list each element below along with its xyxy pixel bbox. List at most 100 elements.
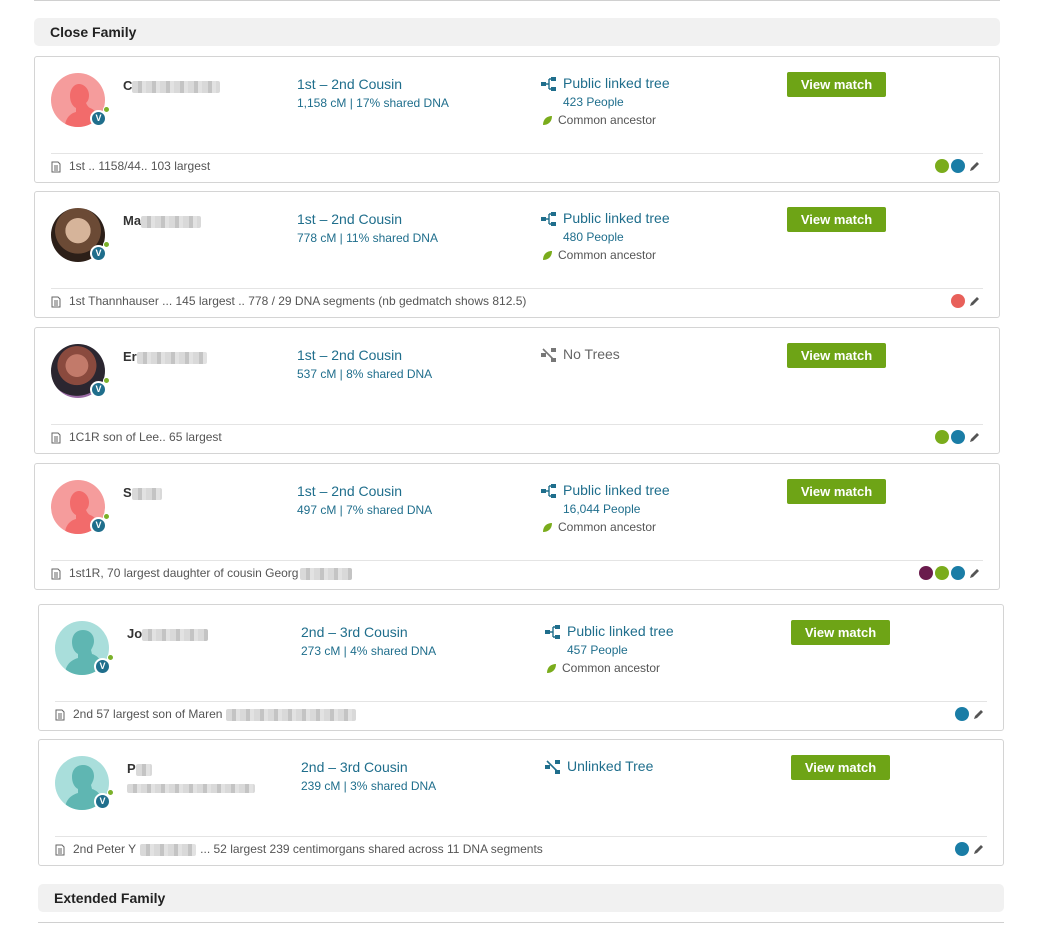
people-count: 16,044 People (563, 502, 641, 516)
common-ancestor: Common ancestor (542, 248, 656, 262)
no-trees-label: No Trees (541, 346, 620, 363)
view-match-button[interactable]: View match (787, 343, 886, 368)
match-name[interactable]: P (127, 761, 152, 776)
tree-icon (541, 77, 556, 92)
note-divider (51, 424, 983, 425)
group-dot-blue[interactable] (951, 430, 965, 444)
people-count: 457 People (567, 643, 628, 657)
check-icon (107, 789, 114, 796)
match-note[interactable]: 2nd 57 largest son of Maren (55, 707, 357, 721)
group-dot-green[interactable] (935, 566, 949, 580)
match-subname (127, 782, 255, 794)
match-note[interactable]: 1st Thannhauser ... 145 largest .. 778 /… (51, 294, 526, 308)
tree-icon (545, 625, 560, 640)
group-dots[interactable] (935, 430, 981, 444)
view-match-button[interactable]: View match (787, 479, 886, 504)
relationship-label: 1st – 2nd Cousin (297, 347, 403, 363)
tree-link[interactable]: Public linked tree (541, 482, 670, 499)
people-count: 480 People (563, 230, 624, 244)
group-dot-green[interactable] (935, 159, 949, 173)
check-icon (103, 241, 110, 248)
view-match-button[interactable]: View match (791, 620, 890, 645)
group-dots[interactable] (955, 842, 985, 856)
match-note[interactable]: 1C1R son of Lee.. 65 largest (51, 430, 222, 444)
check-icon (103, 377, 110, 384)
relationship-label: 1st – 2nd Cousin (297, 483, 403, 499)
leaf-icon (543, 116, 552, 126)
next-card-edge (38, 922, 1004, 923)
note-divider (55, 701, 987, 702)
match-card[interactable]: V C 1st – 2nd Cousin 1,158 cM | 17% shar… (34, 56, 1000, 183)
group-dot-blue[interactable] (955, 707, 969, 721)
tree-icon (541, 484, 556, 499)
shared-dna-label: 239 cM | 3% shared DNA (301, 779, 437, 793)
common-ancestor: Common ancestor (546, 661, 660, 675)
section-title: Close Family (50, 24, 137, 40)
relationship-label: 2nd – 3rd Cousin (301, 759, 408, 775)
match-note[interactable]: 1st1R, 70 largest daughter of cousin Geo… (51, 566, 353, 580)
shared-dna-label: 778 cM | 11% shared DNA (297, 231, 438, 245)
match-name[interactable]: C (123, 78, 221, 93)
match-card[interactable]: V Er 1st – 2nd Cousin 537 cM | 8% shared… (34, 327, 1000, 454)
note-divider (55, 836, 987, 837)
group-dot-blue[interactable] (951, 159, 965, 173)
group-dots[interactable] (935, 159, 981, 173)
pencil-icon[interactable] (968, 567, 981, 580)
match-note[interactable]: 1st .. 1158/44.. 103 largest (51, 159, 210, 173)
note-icon (51, 161, 61, 173)
group-dot-red[interactable] (951, 294, 965, 308)
top-divider (34, 0, 1000, 1)
shared-dna-label: 273 cM | 4% shared DNA (301, 644, 437, 658)
match-name[interactable]: Er (123, 349, 207, 364)
group-dot-blue[interactable] (951, 566, 965, 580)
check-icon (103, 513, 110, 520)
pencil-icon[interactable] (968, 160, 981, 173)
shared-dna-label: 537 cM | 8% shared DNA (297, 367, 433, 381)
note-divider (51, 153, 983, 154)
check-icon (107, 654, 114, 661)
match-note[interactable]: 2nd Peter Y... 52 largest 239 centimorga… (55, 842, 543, 856)
group-dot-blue[interactable] (955, 842, 969, 856)
section-header-close-family: Close Family (34, 18, 1000, 46)
unlinked-tree-icon (545, 760, 560, 775)
leaf-icon (543, 251, 552, 261)
relationship-label: 2nd – 3rd Cousin (301, 624, 408, 640)
match-name[interactable]: Ma (123, 213, 202, 228)
group-dot-green[interactable] (935, 430, 949, 444)
pencil-icon[interactable] (968, 431, 981, 444)
match-card[interactable]: V Jo 2nd – 3rd Cousin 273 cM | 4% shared… (38, 604, 1004, 731)
check-icon (103, 106, 110, 113)
match-name[interactable]: S (123, 485, 162, 500)
view-match-button[interactable]: View match (791, 755, 890, 780)
tree-link[interactable]: Public linked tree (541, 210, 670, 227)
pencil-icon[interactable] (972, 843, 985, 856)
relationship-label: 1st – 2nd Cousin (297, 211, 403, 227)
group-dot-purple[interactable] (919, 566, 933, 580)
note-icon (51, 568, 61, 580)
tree-link[interactable]: Public linked tree (545, 623, 674, 640)
match-card[interactable]: V Ma 1st – 2nd Cousin 778 cM | 11% share… (34, 191, 1000, 318)
group-dots[interactable] (919, 566, 981, 580)
match-card[interactable]: V S 1st – 2nd Cousin 497 cM | 7% shared … (34, 463, 1000, 590)
section-title: Extended Family (54, 890, 166, 906)
people-count: 423 People (563, 95, 624, 109)
note-divider (51, 288, 983, 289)
pencil-icon[interactable] (972, 708, 985, 721)
shared-dna-label: 1,158 cM | 17% shared DNA (297, 96, 449, 110)
relationship-label: 1st – 2nd Cousin (297, 76, 403, 92)
no-tree-icon (541, 348, 556, 363)
unlinked-tree-link[interactable]: Unlinked Tree (545, 758, 653, 775)
section-header-extended-family: Extended Family (38, 884, 1004, 912)
match-card[interactable]: V P 2nd – 3rd Cousin 239 cM | 3% shared … (38, 739, 1004, 866)
pencil-icon[interactable] (968, 295, 981, 308)
note-icon (55, 844, 65, 856)
group-dots[interactable] (955, 707, 985, 721)
group-dots[interactable] (951, 294, 981, 308)
view-match-button[interactable]: View match (787, 72, 886, 97)
match-name[interactable]: Jo (127, 626, 209, 641)
note-icon (55, 709, 65, 721)
note-divider (51, 560, 983, 561)
tree-link[interactable]: Public linked tree (541, 75, 670, 92)
view-match-button[interactable]: View match (787, 207, 886, 232)
shared-dna-label: 497 cM | 7% shared DNA (297, 503, 433, 517)
